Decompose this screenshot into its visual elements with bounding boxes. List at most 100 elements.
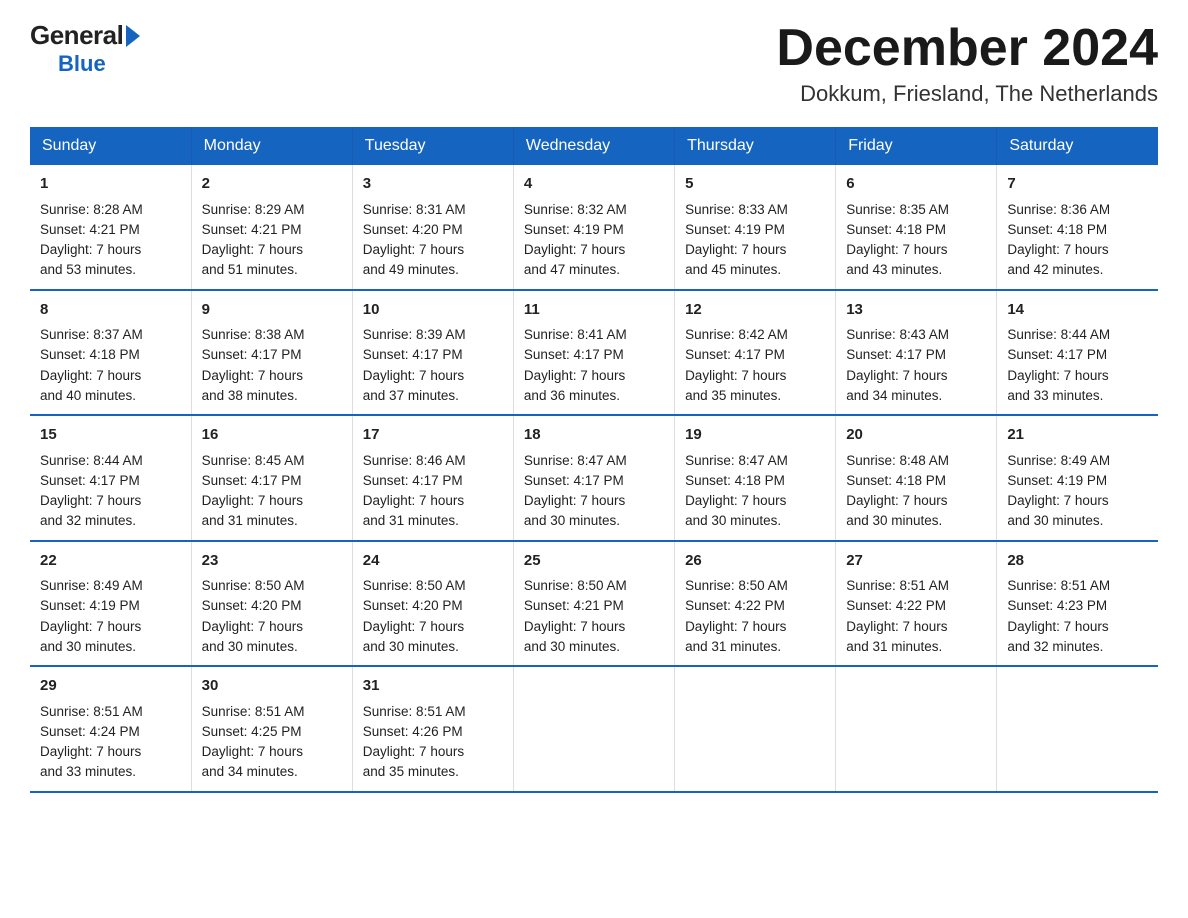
daylight-minutes: and 34 minutes.: [202, 764, 298, 779]
calendar-day-cell: 6Sunrise: 8:35 AMSunset: 4:18 PMDaylight…: [836, 165, 997, 290]
calendar-day-cell: 27Sunrise: 8:51 AMSunset: 4:22 PMDayligh…: [836, 541, 997, 667]
sunset-text: Sunset: 4:18 PM: [685, 473, 785, 488]
daylight-minutes: and 30 minutes.: [1007, 513, 1103, 528]
month-year-title: December 2024: [776, 20, 1158, 77]
calendar-day-cell: 7Sunrise: 8:36 AMSunset: 4:18 PMDaylight…: [997, 165, 1158, 290]
sunrise-text: Sunrise: 8:38 AM: [202, 327, 305, 342]
daylight-minutes: and 47 minutes.: [524, 262, 620, 277]
sunset-text: Sunset: 4:26 PM: [363, 724, 463, 739]
day-number: 22: [40, 550, 181, 573]
day-number: 31: [363, 675, 503, 698]
calendar-title-block: December 2024 Dokkum, Friesland, The Net…: [776, 20, 1158, 107]
calendar-week-row: 8Sunrise: 8:37 AMSunset: 4:18 PMDaylight…: [30, 290, 1158, 416]
calendar-day-cell: 22Sunrise: 8:49 AMSunset: 4:19 PMDayligh…: [30, 541, 191, 667]
sunrise-text: Sunrise: 8:29 AM: [202, 202, 305, 217]
calendar-day-cell: 13Sunrise: 8:43 AMSunset: 4:17 PMDayligh…: [836, 290, 997, 416]
day-number: 27: [846, 550, 986, 573]
calendar-day-cell: 1Sunrise: 8:28 AMSunset: 4:21 PMDaylight…: [30, 165, 191, 290]
daylight-text: Daylight: 7 hours: [524, 368, 625, 383]
daylight-minutes: and 33 minutes.: [1007, 388, 1103, 403]
calendar-week-row: 22Sunrise: 8:49 AMSunset: 4:19 PMDayligh…: [30, 541, 1158, 667]
daylight-minutes: and 30 minutes.: [40, 639, 136, 654]
daylight-text: Daylight: 7 hours: [40, 368, 141, 383]
daylight-text: Daylight: 7 hours: [202, 242, 303, 257]
calendar-day-cell: 16Sunrise: 8:45 AMSunset: 4:17 PMDayligh…: [191, 415, 352, 541]
daylight-text: Daylight: 7 hours: [685, 493, 786, 508]
day-number: 12: [685, 299, 825, 322]
daylight-minutes: and 51 minutes.: [202, 262, 298, 277]
sunrise-text: Sunrise: 8:36 AM: [1007, 202, 1110, 217]
sunset-text: Sunset: 4:22 PM: [685, 598, 785, 613]
sunset-text: Sunset: 4:20 PM: [202, 598, 302, 613]
calendar-day-cell: 4Sunrise: 8:32 AMSunset: 4:19 PMDaylight…: [513, 165, 674, 290]
calendar-day-cell: 28Sunrise: 8:51 AMSunset: 4:23 PMDayligh…: [997, 541, 1158, 667]
sunset-text: Sunset: 4:17 PM: [524, 347, 624, 362]
sunrise-text: Sunrise: 8:33 AM: [685, 202, 788, 217]
logo-arrow-icon: [126, 25, 140, 47]
day-number: 11: [524, 299, 664, 322]
daylight-text: Daylight: 7 hours: [363, 493, 464, 508]
daylight-minutes: and 31 minutes.: [846, 639, 942, 654]
sunset-text: Sunset: 4:17 PM: [363, 473, 463, 488]
sunrise-text: Sunrise: 8:44 AM: [40, 453, 143, 468]
header-sunday: Sunday: [30, 127, 191, 165]
day-number: 23: [202, 550, 342, 573]
sunrise-text: Sunrise: 8:50 AM: [685, 578, 788, 593]
calendar-header-row: Sunday Monday Tuesday Wednesday Thursday…: [30, 127, 1158, 165]
daylight-text: Daylight: 7 hours: [524, 242, 625, 257]
sunrise-text: Sunrise: 8:46 AM: [363, 453, 466, 468]
sunrise-text: Sunrise: 8:42 AM: [685, 327, 788, 342]
calendar-day-cell: 20Sunrise: 8:48 AMSunset: 4:18 PMDayligh…: [836, 415, 997, 541]
logo-general-text: General: [30, 20, 123, 51]
daylight-text: Daylight: 7 hours: [40, 744, 141, 759]
calendar-day-cell: [513, 666, 674, 792]
daylight-minutes: and 31 minutes.: [685, 639, 781, 654]
daylight-text: Daylight: 7 hours: [524, 619, 625, 634]
calendar-day-cell: 3Sunrise: 8:31 AMSunset: 4:20 PMDaylight…: [352, 165, 513, 290]
sunrise-text: Sunrise: 8:39 AM: [363, 327, 466, 342]
sunset-text: Sunset: 4:17 PM: [40, 473, 140, 488]
header-friday: Friday: [836, 127, 997, 165]
header-monday: Monday: [191, 127, 352, 165]
daylight-text: Daylight: 7 hours: [1007, 368, 1108, 383]
daylight-minutes: and 49 minutes.: [363, 262, 459, 277]
daylight-text: Daylight: 7 hours: [202, 744, 303, 759]
daylight-minutes: and 30 minutes.: [202, 639, 298, 654]
day-number: 18: [524, 424, 664, 447]
day-number: 28: [1007, 550, 1148, 573]
sunrise-text: Sunrise: 8:51 AM: [40, 704, 143, 719]
sunset-text: Sunset: 4:18 PM: [846, 222, 946, 237]
header-saturday: Saturday: [997, 127, 1158, 165]
daylight-text: Daylight: 7 hours: [363, 242, 464, 257]
daylight-minutes: and 40 minutes.: [40, 388, 136, 403]
calendar-day-cell: 24Sunrise: 8:50 AMSunset: 4:20 PMDayligh…: [352, 541, 513, 667]
day-number: 13: [846, 299, 986, 322]
sunrise-text: Sunrise: 8:37 AM: [40, 327, 143, 342]
daylight-minutes: and 32 minutes.: [40, 513, 136, 528]
calendar-day-cell: 8Sunrise: 8:37 AMSunset: 4:18 PMDaylight…: [30, 290, 191, 416]
day-number: 19: [685, 424, 825, 447]
daylight-minutes: and 31 minutes.: [363, 513, 459, 528]
day-number: 17: [363, 424, 503, 447]
day-number: 5: [685, 173, 825, 196]
calendar-day-cell: 11Sunrise: 8:41 AMSunset: 4:17 PMDayligh…: [513, 290, 674, 416]
day-number: 25: [524, 550, 664, 573]
calendar-day-cell: 2Sunrise: 8:29 AMSunset: 4:21 PMDaylight…: [191, 165, 352, 290]
sunrise-text: Sunrise: 8:50 AM: [524, 578, 627, 593]
sunrise-text: Sunrise: 8:47 AM: [685, 453, 788, 468]
daylight-text: Daylight: 7 hours: [1007, 619, 1108, 634]
sunset-text: Sunset: 4:17 PM: [846, 347, 946, 362]
sunrise-text: Sunrise: 8:48 AM: [846, 453, 949, 468]
calendar-day-cell: 14Sunrise: 8:44 AMSunset: 4:17 PMDayligh…: [997, 290, 1158, 416]
daylight-minutes: and 30 minutes.: [846, 513, 942, 528]
daylight-text: Daylight: 7 hours: [202, 368, 303, 383]
sunrise-text: Sunrise: 8:49 AM: [40, 578, 143, 593]
calendar-day-cell: 12Sunrise: 8:42 AMSunset: 4:17 PMDayligh…: [675, 290, 836, 416]
calendar-day-cell: 15Sunrise: 8:44 AMSunset: 4:17 PMDayligh…: [30, 415, 191, 541]
sunrise-text: Sunrise: 8:31 AM: [363, 202, 466, 217]
daylight-text: Daylight: 7 hours: [846, 368, 947, 383]
daylight-text: Daylight: 7 hours: [685, 242, 786, 257]
daylight-minutes: and 30 minutes.: [524, 513, 620, 528]
calendar-week-row: 15Sunrise: 8:44 AMSunset: 4:17 PMDayligh…: [30, 415, 1158, 541]
daylight-text: Daylight: 7 hours: [40, 619, 141, 634]
